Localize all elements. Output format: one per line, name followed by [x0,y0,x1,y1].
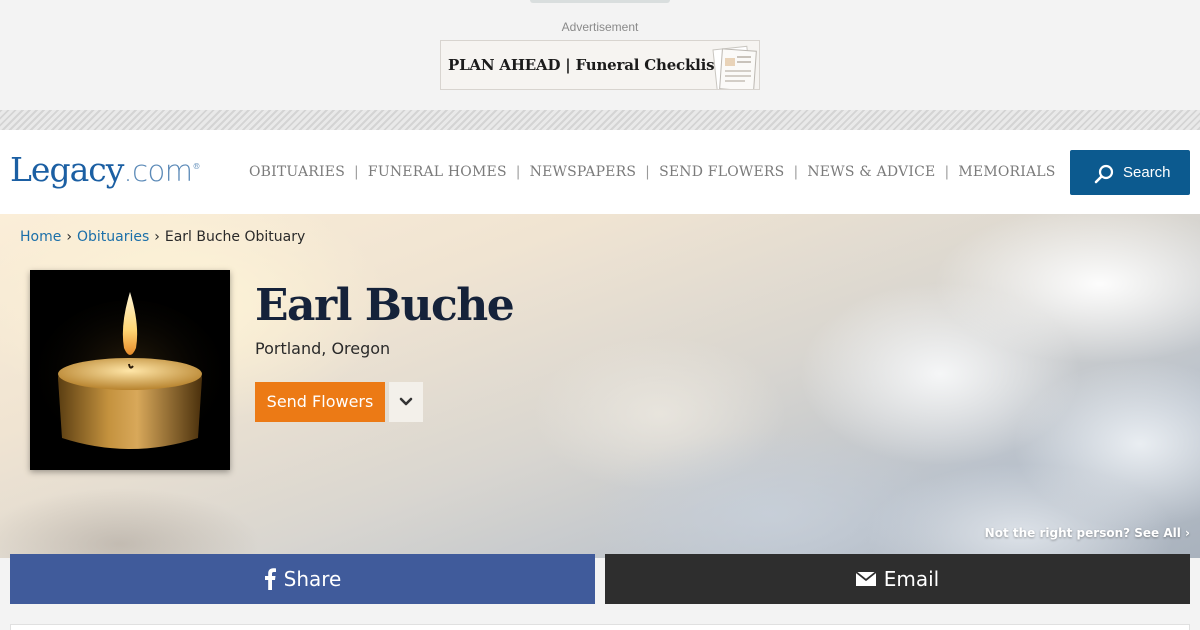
advertisement-area: Advertisement PLAN AHEAD | Funeral Check… [0,0,1200,110]
ad-label: Advertisement [561,20,639,34]
deceased-name: Earl Buche [255,280,515,331]
nav-separator: | [793,164,799,180]
nav-separator: | [944,164,950,180]
ad-banner-text: PLAN AHEAD | Funeral Checklist [448,56,722,74]
email-button-content: Email [605,554,1190,604]
nav-separator: | [515,164,521,180]
ad-banner[interactable]: PLAN AHEAD | Funeral Checklist [440,40,760,90]
not-right-person-link[interactable]: Not the right person? See All › [985,526,1190,540]
nav-news-advice[interactable]: NEWS & ADVICE [807,164,935,180]
breadcrumb-separator: › [154,229,160,245]
share-button-content: Share [10,554,595,604]
share-row: Share Email [0,554,1200,630]
nav-send-flowers[interactable]: SEND FLOWERS [659,164,784,180]
nav-newspapers[interactable]: NEWSPAPERS [530,164,636,180]
breadcrumb: Home › Obituaries › Earl Buche Obituary [20,229,305,245]
logo-registered-mark: ® [192,162,201,171]
nav-separator: | [354,164,359,180]
site-header: Legacy.com® OBITUARIES | FUNERAL HOMES |… [0,130,1200,214]
email-label: Email [883,567,940,591]
nav-obituaries[interactable]: OBITUARIES [249,164,345,180]
nav-funeral-homes[interactable]: FUNERAL HOMES [368,164,507,180]
breadcrumb-current: Earl Buche Obituary [164,229,306,245]
checklist-booklet-image [712,45,757,89]
nav-separator: | [645,164,651,180]
legacy-logo[interactable]: Legacy.com® [10,150,201,189]
send-flowers-button[interactable]: Send Flowers [255,382,385,422]
candle-image [30,270,230,470]
search-icon [1094,164,1114,184]
facebook-share-button[interactable]: Share [10,554,595,604]
chevron-down-icon [399,397,413,406]
logo-main: Legacy [10,150,124,189]
obituary-photo-candle [30,270,230,470]
ad-top-decoration [530,0,670,3]
breadcrumb-separator: › [66,229,72,245]
breadcrumb-home[interactable]: Home [20,229,61,245]
envelope-icon [855,572,876,586]
email-button[interactable]: Email [605,554,1190,604]
content-card-top [10,624,1190,630]
share-label: Share [283,567,342,591]
search-label: Search [1123,164,1171,181]
more-actions-dropdown[interactable] [389,382,423,422]
logo-suffix: .com [123,154,193,188]
facebook-icon [264,568,276,590]
search-button[interactable]: Search [1070,150,1190,195]
hatched-divider [0,110,1200,130]
main-nav: OBITUARIES | FUNERAL HOMES | NEWSPAPERS … [249,164,1056,180]
breadcrumb-obituaries[interactable]: Obituaries [77,229,149,245]
nav-memorials[interactable]: MEMORIALS [958,164,1055,180]
deceased-location: Portland, Oregon [255,339,391,358]
obituary-hero: Home›Obituaries›Earl Buche Obituary [0,214,1200,558]
